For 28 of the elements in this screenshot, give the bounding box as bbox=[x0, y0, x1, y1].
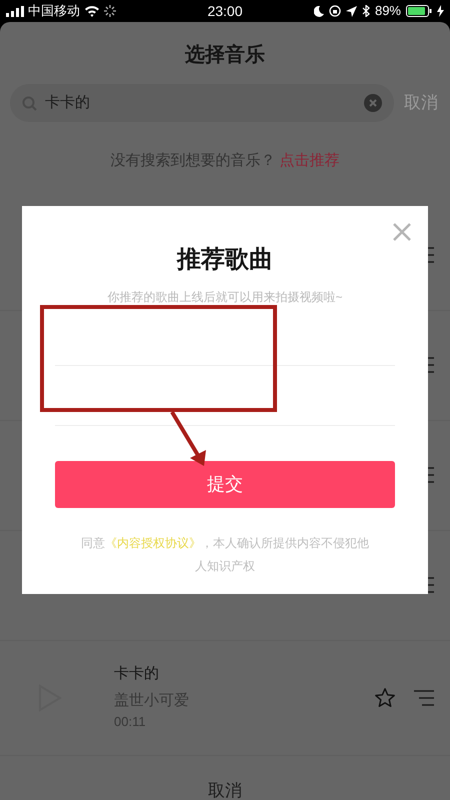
dialog-title: 推荐歌曲 bbox=[177, 245, 273, 275]
battery-icon bbox=[406, 5, 432, 17]
search-value: 卡卡的 bbox=[45, 92, 91, 113]
location-icon bbox=[346, 6, 357, 16]
loading-icon bbox=[104, 5, 116, 17]
cancel-button[interactable]: 取消 bbox=[208, 778, 242, 800]
close-icon bbox=[393, 223, 411, 241]
charging-icon bbox=[437, 5, 444, 17]
search-field[interactable]: 卡卡的 bbox=[10, 84, 394, 122]
song-title: 卡卡的 bbox=[114, 664, 160, 684]
submit-button[interactable]: 提交 bbox=[55, 461, 395, 508]
clock-time: 23:00 bbox=[206, 2, 244, 20]
recommend-link[interactable]: 点击推荐 bbox=[280, 150, 340, 172]
menu-icon bbox=[414, 690, 434, 706]
clear-icon bbox=[364, 94, 382, 112]
signal-icon bbox=[6, 6, 24, 16]
terms-text: 同意《内容授权协议》，本人确认所提供内容不侵犯他人知识产权 bbox=[80, 535, 370, 575]
battery-percent: 89% bbox=[374, 2, 401, 20]
rotation-lock-icon bbox=[328, 5, 341, 17]
close-button[interactable] bbox=[393, 223, 411, 241]
wifi-icon bbox=[84, 5, 100, 17]
agreement-link[interactable]: 《内容授权协议》 bbox=[105, 536, 201, 550]
dialog-subtitle: 你推荐的歌曲上线后就可以用来拍摄视频啦~ bbox=[107, 289, 342, 306]
moon-icon bbox=[314, 6, 324, 16]
bluetooth-icon bbox=[362, 5, 370, 17]
sheet-title: 选择音乐 bbox=[184, 42, 266, 68]
carrier-name: 中国移动 bbox=[28, 2, 80, 20]
star-icon bbox=[374, 686, 396, 708]
